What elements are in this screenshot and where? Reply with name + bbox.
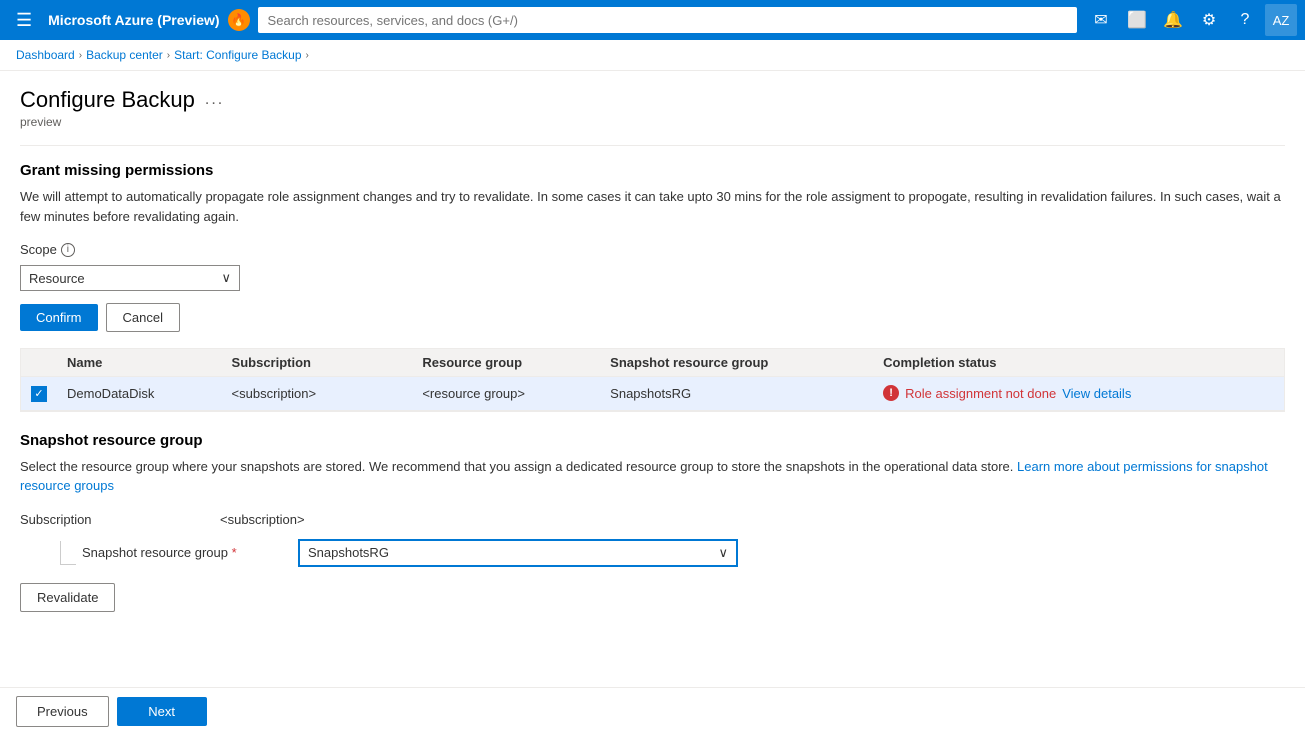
next-button[interactable]: Next [117,697,207,726]
cancel-button[interactable]: Cancel [106,303,180,332]
col-resource-group: Resource group [412,349,600,377]
col-status: Completion status [873,349,1284,377]
snapshot-rg-title: Snapshot resource group [20,432,1285,449]
table-container: Name Subscription Resource group Snapsho… [20,348,1285,412]
snapshot-rg-label: Snapshot resource group [82,545,282,560]
breadcrumb-sep-3: › [306,50,309,61]
row-status: ! Role assignment not done View details [873,377,1284,411]
help-icon[interactable]: ? [1229,4,1261,36]
grant-button-row: Confirm Cancel [20,303,1285,332]
revalidate-row: Revalidate [20,583,1285,612]
resources-table: Name Subscription Resource group Snapsho… [21,349,1284,411]
scope-dropdown[interactable]: Resource ∨ [20,265,240,291]
account-icon[interactable]: AZ [1265,4,1297,36]
breadcrumb-configure[interactable]: Start: Configure Backup [174,48,301,62]
row-name: DemoDataDisk [57,377,222,411]
tree-connector [60,541,76,565]
mail-icon[interactable]: ✉ [1085,4,1117,36]
grant-section-title: Grant missing permissions [20,162,1285,179]
row-snapshot-rg: SnapshotsRG [600,377,873,411]
row-subscription: <subscription> [222,377,382,411]
subscription-value: <subscription> [220,512,305,527]
scope-dropdown-chevron: ∨ [221,270,231,286]
scope-label: Scope i [20,242,75,257]
tree-line: Snapshot resource group SnapshotsRG ∨ [60,539,1285,567]
error-icon: ! [883,385,899,401]
col-extra [382,349,413,377]
scope-info-icon[interactable]: i [61,243,75,257]
main-content: Configure Backup ... preview Grant missi… [0,71,1305,733]
table-header-row: Name Subscription Resource group Snapsho… [21,349,1284,377]
settings-icon[interactable]: ⚙ [1193,4,1225,36]
page-title: Configure Backup [20,87,195,113]
page-title-row: Configure Backup ... [20,87,1285,113]
breadcrumb-dashboard[interactable]: Dashboard [16,48,75,62]
row-checkbox-cell[interactable]: ✓ [21,377,57,411]
scope-row: Scope i [20,242,1285,257]
row-checkbox[interactable]: ✓ [31,386,47,402]
snapshot-rg-form-group: Snapshot resource group SnapshotsRG ∨ [60,539,1285,567]
subscription-form-group: Subscription <subscription> [20,512,1285,527]
row-extra [382,377,413,411]
snapshot-rg-dropdown[interactable]: SnapshotsRG ∨ [298,539,738,567]
title-divider [20,145,1285,146]
snapshot-rg-description: Select the resource group where your sna… [20,457,1285,496]
page-subtitle: preview [20,115,1285,129]
breadcrumb-backup-center[interactable]: Backup center [86,48,163,62]
page-title-menu[interactable]: ... [205,91,224,109]
snapshot-rg-section: Snapshot resource group Select the resou… [20,432,1285,612]
view-details-link[interactable]: View details [1062,386,1131,401]
notification-badge[interactable]: 🔥 [228,9,250,31]
scope-dropdown-value: Resource [29,271,85,286]
status-text: Role assignment not done [905,386,1056,401]
revalidate-button[interactable]: Revalidate [20,583,115,612]
grant-section-description: We will attempt to automatically propaga… [20,187,1285,226]
snapshot-rg-dropdown-value: SnapshotsRG [308,545,389,560]
scope-label-text: Scope [20,242,57,257]
breadcrumb: Dashboard › Backup center › Start: Confi… [0,40,1305,71]
search-input[interactable] [258,7,1077,33]
snapshot-rg-desc-text: Select the resource group where your sna… [20,459,1013,474]
status-error: ! Role assignment not done View details [883,385,1274,401]
confirm-button[interactable]: Confirm [20,304,98,331]
app-title: Microsoft Azure (Preview) [48,12,219,28]
breadcrumb-sep-1: › [79,50,82,61]
topbar: ☰ Microsoft Azure (Preview) 🔥 ✉ ⬜ 🔔 ⚙ ? … [0,0,1305,40]
bell-icon[interactable]: 🔔 [1157,4,1189,36]
col-subscription: Subscription [222,349,382,377]
topbar-icon-group: ✉ ⬜ 🔔 ⚙ ? AZ [1085,4,1297,36]
row-resource-group: <resource group> [412,377,600,411]
table-row: ✓ DemoDataDisk <subscription> <resource … [21,377,1284,411]
bottom-nav: Previous Next [0,687,1305,735]
subscription-label: Subscription [20,512,220,527]
breadcrumb-sep-2: › [167,50,170,61]
col-checkbox [21,349,57,377]
col-name: Name [57,349,222,377]
snapshot-rg-dropdown-chevron: ∨ [718,545,728,561]
hamburger-menu[interactable]: ☰ [8,6,40,35]
previous-button[interactable]: Previous [16,696,109,727]
directory-icon[interactable]: ⬜ [1121,4,1153,36]
col-snapshot-rg: Snapshot resource group [600,349,873,377]
